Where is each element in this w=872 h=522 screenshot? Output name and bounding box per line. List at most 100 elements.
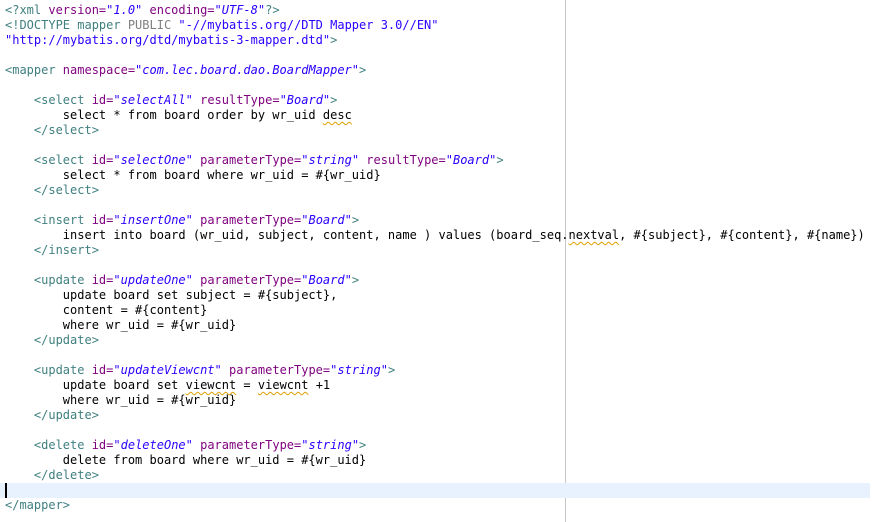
code-token: <select (5, 153, 92, 167)
code-line[interactable]: "http://mybatis.org/dtd/mybatis-3-mapper… (0, 33, 870, 48)
code-token: "UTF-8" (214, 3, 266, 17)
code-token: > (359, 63, 367, 77)
code-token: </mapper> (5, 498, 71, 512)
code-token: where wr_uid = #{wr_uid} (5, 318, 237, 332)
code-token: </select> (5, 183, 99, 197)
code-token: </select> (5, 123, 99, 137)
code-token: <insert (5, 213, 92, 227)
xml-editor[interactable]: <?xml version="1.0" encoding="UTF-8"?> <!… (0, 0, 872, 522)
code-token: id= (91, 438, 114, 452)
code-line[interactable]: </update> (0, 408, 870, 423)
code-line[interactable]: <select id="selectOne" parameterType="st… (0, 153, 870, 168)
code-token: +1 (308, 378, 331, 392)
code-token: > (496, 153, 504, 167)
code-token: version= (48, 3, 107, 17)
code-token: id= (91, 153, 114, 167)
code-line[interactable]: select * from board where wr_uid = #{wr_… (0, 168, 870, 183)
code-line[interactable] (0, 138, 870, 153)
code-token: ?> (265, 3, 280, 17)
code-line[interactable] (0, 348, 870, 363)
code-line[interactable]: <mapper namespace="com.lec.board.dao.Boa… (0, 63, 870, 78)
code-line[interactable] (0, 48, 870, 63)
code-token: where wr_uid = #{wr_uid} (5, 393, 237, 407)
code-token: parameterType= (192, 153, 302, 167)
code-token: viewcnt (185, 378, 237, 392)
code-line[interactable]: where wr_uid = #{wr_uid} (0, 318, 870, 333)
code-token: "string" (330, 363, 388, 377)
code-token: > (330, 93, 338, 107)
code-line[interactable] (0, 258, 870, 273)
code-token: "updateViewcnt" (113, 363, 222, 377)
code-line[interactable]: <delete id="deleteOne" parameterType="st… (0, 438, 870, 453)
code-token: "string" (301, 153, 360, 167)
code-token: > (387, 363, 396, 377)
code-line[interactable] (0, 423, 870, 438)
code-token: insert into board (wr_uid, subject, cont… (5, 228, 569, 242)
code-token: parameterType= (192, 213, 302, 227)
code-token: "1.0" (106, 3, 143, 17)
code-line[interactable]: </mapper> (0, 498, 870, 513)
code-token: "insertOne" (113, 213, 193, 227)
code-line[interactable]: content = #{content} (0, 303, 870, 318)
code-line[interactable]: where wr_uid = #{wr_uid} (0, 393, 870, 408)
code-token: "updateOne" (113, 273, 193, 287)
code-token: > (330, 33, 338, 47)
code-token: = (236, 378, 258, 392)
code-token: "selectOne" (113, 153, 193, 167)
code-line[interactable]: insert into board (wr_uid, subject, cont… (0, 228, 870, 243)
code-line[interactable]: </update> (0, 333, 870, 348)
code-token: </update> (5, 333, 99, 347)
code-token: content = #{content} (5, 303, 208, 317)
code-token: "string" (301, 438, 360, 452)
code-token: "Board" (301, 213, 352, 227)
code-token: > (351, 273, 360, 287)
code-line[interactable] (0, 198, 870, 213)
code-line[interactable]: <insert id="insertOne" parameterType="Bo… (0, 213, 870, 228)
code-line[interactable]: update board set viewcnt = viewcnt +1 (0, 378, 870, 393)
code-line[interactable]: <?xml version="1.0" encoding="UTF-8"?> (0, 3, 870, 18)
code-line[interactable]: <!DOCTYPE mapper PUBLIC "-//mybatis.org/… (0, 18, 870, 33)
code-token: "Board" (445, 153, 497, 167)
code-token: <update (5, 363, 92, 377)
code-token: parameterType= (192, 438, 302, 452)
code-token: update board set (5, 378, 186, 392)
code-token: parameterType= (221, 363, 331, 377)
code-token: <?xml (5, 3, 49, 17)
code-line[interactable]: delete from board where wr_uid = #{wr_ui… (0, 453, 870, 468)
code-token: resultType= (359, 153, 446, 167)
code-token: "com.lec.board.dao.BoardMapper" (135, 63, 360, 77)
code-token: </insert> (5, 243, 99, 257)
code-token: <delete (5, 438, 92, 452)
code-token: "Board" (279, 93, 331, 107)
code-token: "deleteOne" (113, 438, 193, 452)
code-token: parameterType= (192, 273, 302, 287)
code-token: , #{subject}, #{content}, #{name}) (619, 228, 865, 242)
code-line[interactable]: <update id="updateOne" parameterType="Bo… (0, 273, 870, 288)
code-token: delete from board where wr_uid = #{wr_ui… (5, 453, 367, 467)
code-line[interactable]: select * from board order by wr_uid desc (0, 108, 870, 123)
code-token: id= (91, 93, 114, 107)
code-line[interactable]: </select> (0, 183, 870, 198)
code-line[interactable]: </delete> (0, 468, 870, 483)
code-token: <!DOCTYPE mapper (5, 18, 128, 32)
code-line[interactable] (0, 78, 870, 93)
code-token: "-//mybatis.org//DTD Mapper 3.0//EN" (178, 18, 439, 32)
code-token: <mapper (5, 63, 63, 77)
code-token: select * from board where wr_uid = #{wr_… (5, 168, 381, 182)
code-token: encoding= (142, 3, 215, 17)
code-token: "selectAll" (113, 93, 193, 107)
code-token: </delete> (5, 468, 99, 482)
code-token: update board set subject = #{subject}, (5, 288, 338, 302)
current-code-line[interactable] (0, 483, 870, 498)
code-line[interactable]: <select id="selectAll" resultType="Board… (0, 93, 870, 108)
code-line[interactable]: update board set subject = #{subject}, (0, 288, 870, 303)
code-line[interactable]: </insert> (0, 243, 870, 258)
code-token: id= (91, 213, 114, 227)
code-token: desc (322, 108, 352, 122)
code-token: <update (5, 273, 92, 287)
code-token: </update> (5, 408, 99, 422)
code-line[interactable]: <update id="updateViewcnt" parameterType… (0, 363, 870, 378)
code-token: > (359, 438, 367, 452)
text-caret (5, 483, 7, 498)
code-line[interactable]: </select> (0, 123, 870, 138)
